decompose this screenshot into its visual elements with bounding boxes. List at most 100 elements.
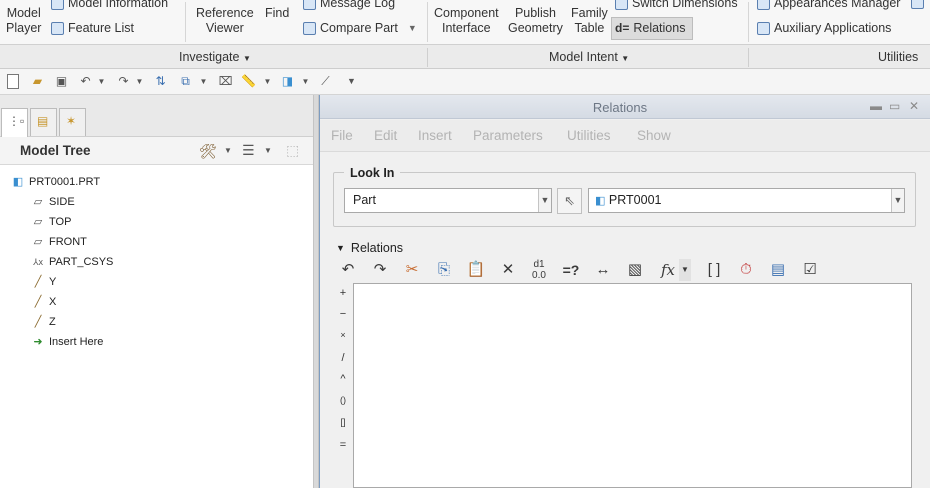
menu-file[interactable]: File [331,128,353,143]
redo-icon[interactable]: ↷ [116,74,131,89]
chevron-down-icon[interactable]: ▼ [260,74,275,89]
model-player-button[interactable]: Model Player [6,6,41,36]
customize-toolbar-icon[interactable]: ▼ [344,74,359,89]
menu-parameters[interactable]: Parameters [473,128,543,143]
settings-tools-icon[interactable]: 🛠 [199,143,217,160]
chevron-down-icon[interactable]: ▼ [264,146,272,155]
datum-axis-icon: ╱ [34,296,42,308]
chevron-down-icon[interactable]: ▼ [298,74,313,89]
save-icon[interactable]: ▣ [54,74,69,89]
investigate-group-button[interactable]: Investigate ▼ [179,50,251,64]
tree-item-part[interactable]: ◧ PRT0001.PRT [11,172,100,192]
relations-section-header[interactable]: ▼ Relations [336,241,403,255]
family-table-button[interactable]: Family Table [571,6,608,36]
tree-item-part-csys[interactable]: ⅄x PART_CSYS [31,252,113,272]
copy-icon[interactable]: ⎘ [433,259,455,281]
menu-insert[interactable]: Insert [418,128,452,143]
maximize-icon[interactable]: ▭ [889,99,900,113]
look-in-type-value: Part [353,193,376,207]
tree-item-y[interactable]: ╱ Y [31,272,57,292]
operator-divide[interactable]: / [338,352,348,364]
select-pointer-button[interactable]: ⇖ [557,188,582,214]
delete-icon[interactable]: ✕ [497,259,519,281]
operator-parentheses[interactable]: () [338,395,348,405]
cut-icon[interactable]: ✂ [401,259,423,281]
part-icon: ◧ [595,195,606,207]
regenerate-icon[interactable]: ⇅ [153,74,168,89]
evaluate-icon[interactable]: =? [560,259,582,281]
operator-minus[interactable]: − [338,308,348,320]
extra-tool-icon[interactable] [911,0,924,9]
local-parameters-icon[interactable]: ▧ [624,259,646,281]
brackets-icon[interactable]: [ ] [703,259,725,281]
select-filter-icon[interactable]: ⟋ [318,74,333,89]
message-log-button[interactable]: Message Log [303,0,395,10]
insert-function-icon[interactable]: fx [657,259,679,281]
component-interface-button[interactable]: Component Interface [434,6,499,36]
redo-icon[interactable]: ↷ [369,259,391,281]
close-icon[interactable]: ✕ [909,99,919,113]
minimize-icon[interactable]: ▬ [870,99,882,113]
show-list-icon[interactable]: ☰ [242,142,255,159]
folder-browser-tab[interactable]: ▤ [30,108,57,136]
relations-ribbon-button[interactable]: d= Relations [615,21,685,35]
windows-icon[interactable]: ⧉ [178,74,193,89]
investigate-group-label: Investigate [179,50,240,64]
auxiliary-applications-button[interactable]: Auxiliary Applications [757,21,891,35]
menu-edit[interactable]: Edit [374,128,397,143]
publish-geometry-button[interactable]: Publish Geometry [508,6,563,36]
menu-utilities[interactable]: Utilities [567,128,611,143]
operator-power[interactable]: ^ [338,373,348,385]
chevron-down-icon[interactable]: ▼ [196,74,211,89]
tree-item-x[interactable]: ╱ X [31,292,57,312]
undo-icon[interactable]: ↶ [337,259,359,281]
feature-list-button[interactable]: Feature List [51,21,134,35]
ribbon-separator [185,2,186,42]
dimension-icon[interactable]: ↔ [592,259,614,281]
sort-relations-icon[interactable]: ▤ [767,259,789,281]
operator-equals[interactable]: = [338,439,348,451]
insert-value-icon[interactable]: d1 0.0 [528,259,550,281]
chevron-down-icon[interactable]: ▼ [224,146,232,155]
filter-icon[interactable]: ⬚ [286,142,299,159]
close-window-icon[interactable]: ⌧ [218,74,233,89]
compare-part-button[interactable]: Compare Part ▼ [303,21,417,35]
operator-brackets[interactable]: [] [338,417,348,427]
appearances-manager-button[interactable]: Appearances Manager [757,0,900,10]
undo-icon[interactable]: ↶ [78,74,93,89]
verify-icon[interactable]: ⏱ [735,259,757,281]
tree-item-insert-here[interactable]: ➜ Insert Here [31,332,103,352]
favorites-tab[interactable]: ✶ [59,108,86,136]
chevron-down-icon[interactable]: ▼ [679,259,691,281]
model-tree-tab[interactable]: ⋮▫ [1,108,28,137]
chevron-down-icon[interactable]: ▼ [94,74,109,89]
model-intent-group-button[interactable]: Model Intent ▼ [549,50,629,64]
look-in-target-select[interactable]: ◧ PRT0001 ▼ [588,188,905,213]
operator-multiply[interactable]: × [338,330,348,340]
reference-viewer-button[interactable]: Reference Viewer [196,6,254,36]
tree-item-top[interactable]: ▱ TOP [31,212,72,232]
tree-item-front[interactable]: ▱ FRONT [31,232,87,252]
new-file-icon[interactable] [7,74,19,89]
model-information-button[interactable]: Model Information [51,0,168,10]
paste-icon[interactable]: 📋 [465,259,487,281]
datum-plane-icon: ▱ [33,196,43,208]
chevron-down-icon: ▼ [538,189,551,212]
measure-icon[interactable]: 📏 [241,74,256,89]
chevron-down-icon: ▼ [621,54,630,63]
display-style-icon[interactable]: ◨ [280,74,295,89]
relations-editor[interactable] [353,283,912,488]
folder-browser-icon: ▤ [37,114,49,128]
tree-item-z[interactable]: ╱ Z [31,312,56,332]
collapse-triangle-icon: ▼ [336,243,345,253]
unit-sensitive-icon[interactable]: ☑ [799,259,821,281]
find-button[interactable]: Find [265,6,289,21]
open-folder-icon[interactable]: ▰ [30,74,45,89]
look-in-type-select[interactable]: Part ▼ [344,188,552,213]
menu-show[interactable]: Show [637,128,671,143]
switch-dimensions-button[interactable]: Switch Dimensions [615,0,738,10]
tree-item-side[interactable]: ▱ SIDE [31,192,75,212]
chevron-down-icon[interactable]: ▼ [132,74,147,89]
operator-plus[interactable]: + [338,287,348,299]
dialog-title-bar[interactable]: Relations ▬ ▭ ✕ [320,95,930,119]
